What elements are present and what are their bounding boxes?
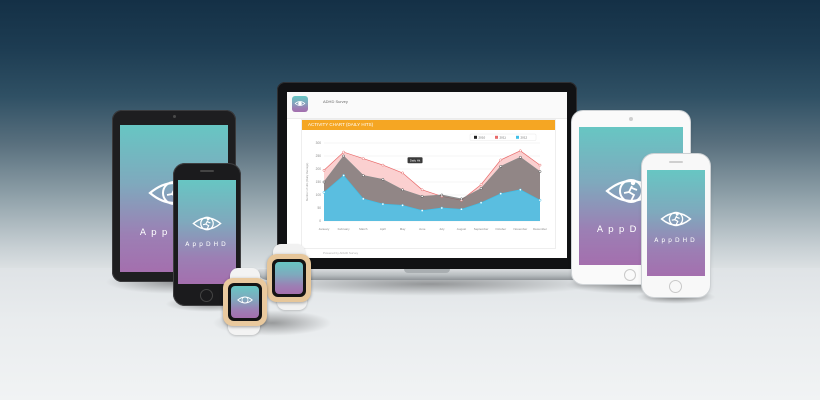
eye-runner-logo-icon [192, 216, 222, 231]
app-header: ADHD Survey [287, 92, 567, 119]
chart-card: ACTIVITY CHART (DAILY HITS) 0 50 100 150 200… [301, 119, 556, 249]
tablet-left-camera [173, 115, 176, 118]
chart-banner: ACTIVITY CHART (DAILY HITS) [302, 120, 555, 130]
data-point [440, 206, 444, 210]
x-tick-label: March [359, 227, 368, 231]
x-tick-label: October [495, 227, 506, 231]
data-point [519, 155, 522, 159]
watch-back-case [267, 254, 311, 302]
tablet-right-home-button [624, 269, 636, 281]
phone-right-speaker [669, 161, 683, 163]
watch-front-screen [231, 286, 259, 318]
phone-right-home-button [669, 280, 682, 293]
data-point [420, 188, 424, 192]
x-tick-label: August [457, 227, 467, 231]
data-point [420, 194, 424, 198]
x-tick-label: November [513, 227, 527, 231]
laptop-lid: ADHD Survey ACTIVITY CHART (DAILY HITS) … [277, 82, 577, 270]
data-point [401, 204, 404, 207]
app-header-label[interactable]: ADHD Survey [323, 99, 348, 104]
y-tick-label: 250 [316, 154, 322, 158]
data-point [322, 168, 326, 172]
legend-label-2010: 2010 [479, 136, 486, 140]
data-point [519, 149, 522, 153]
data-point [499, 158, 503, 162]
laptop-notch [404, 269, 450, 273]
data-point [342, 154, 345, 158]
data-point [361, 174, 365, 177]
y-tick-label: 300 [316, 141, 322, 145]
legend-label-2011: 2011 [500, 136, 507, 140]
watch-back-screen [272, 259, 306, 297]
watch-front-case [223, 278, 267, 326]
data-point [322, 191, 326, 194]
data-point [381, 202, 385, 206]
tablet-right-camera [629, 117, 633, 121]
data-point [361, 197, 365, 201]
eye-runner-logo-icon [660, 211, 692, 227]
data-point [460, 207, 463, 211]
x-tick-label: June [419, 227, 426, 231]
x-tick-label: January [319, 227, 330, 231]
data-point [460, 197, 463, 201]
y-tick-label: 150 [316, 180, 322, 184]
data-point [401, 171, 404, 175]
phone-left-logo-text: AppDHD [185, 241, 229, 248]
eye-runner-logo-icon [294, 101, 306, 106]
data-point [420, 209, 424, 212]
y-tick-label: 50 [317, 206, 321, 210]
watch-back-display [275, 262, 303, 294]
data-point [361, 157, 365, 160]
data-point [519, 188, 522, 192]
y-tick-label: 100 [316, 193, 322, 197]
y-tick-label: 0 [319, 219, 321, 223]
data-point [538, 170, 542, 173]
x-tick-label: April [380, 227, 386, 231]
phone-left-speaker [200, 170, 214, 172]
data-point [479, 183, 483, 186]
legend-swatch-2012 [516, 135, 519, 139]
data-point [538, 198, 542, 202]
y-tick-label: 200 [316, 167, 322, 171]
screen-footnote: Powered by ADHD Survey [323, 251, 359, 255]
data-point [342, 174, 345, 177]
phone-right-screen: AppDHD [647, 170, 705, 276]
data-point [342, 150, 345, 154]
legend-swatch-2011 [495, 135, 498, 139]
watch-back [265, 244, 315, 312]
data-point [401, 188, 404, 192]
watch-front-bezel [228, 283, 262, 321]
data-point [499, 165, 503, 168]
data-point [440, 193, 444, 197]
data-point [479, 187, 483, 190]
watch-front [220, 268, 272, 336]
data-point [381, 163, 385, 167]
x-tick-label: May [400, 227, 406, 231]
data-point [479, 201, 483, 205]
laptop-screen: ADHD Survey ACTIVITY CHART (DAILY HITS) … [287, 92, 567, 258]
chart-banner-title: ACTIVITY CHART (DAILY HITS) [308, 122, 374, 127]
data-point [499, 192, 503, 196]
tooltip-label: Daily Hit [410, 158, 421, 162]
data-point [538, 163, 542, 167]
app-header-logo[interactable] [292, 96, 308, 112]
x-tick-label: September [474, 227, 489, 231]
y-axis-label: Number of Hits (Daily Average) [305, 163, 309, 202]
phone-left-home-button [200, 289, 213, 302]
activity-chart: 0 50 100 150 200 250 300 Number of Hits (Daily … [305, 133, 547, 231]
data-point [322, 180, 326, 184]
phone-right: AppDHD [642, 154, 710, 297]
x-tick-label: December [533, 227, 547, 231]
phone-right-logo-text: AppDHD [654, 237, 698, 244]
legend-label-2012: 2012 [521, 136, 528, 140]
legend-swatch-2010 [474, 135, 477, 139]
data-point [381, 178, 385, 181]
x-tick-label: February [338, 227, 351, 231]
x-tick-label: July [439, 227, 445, 231]
eye-runner-logo-icon [237, 296, 253, 304]
